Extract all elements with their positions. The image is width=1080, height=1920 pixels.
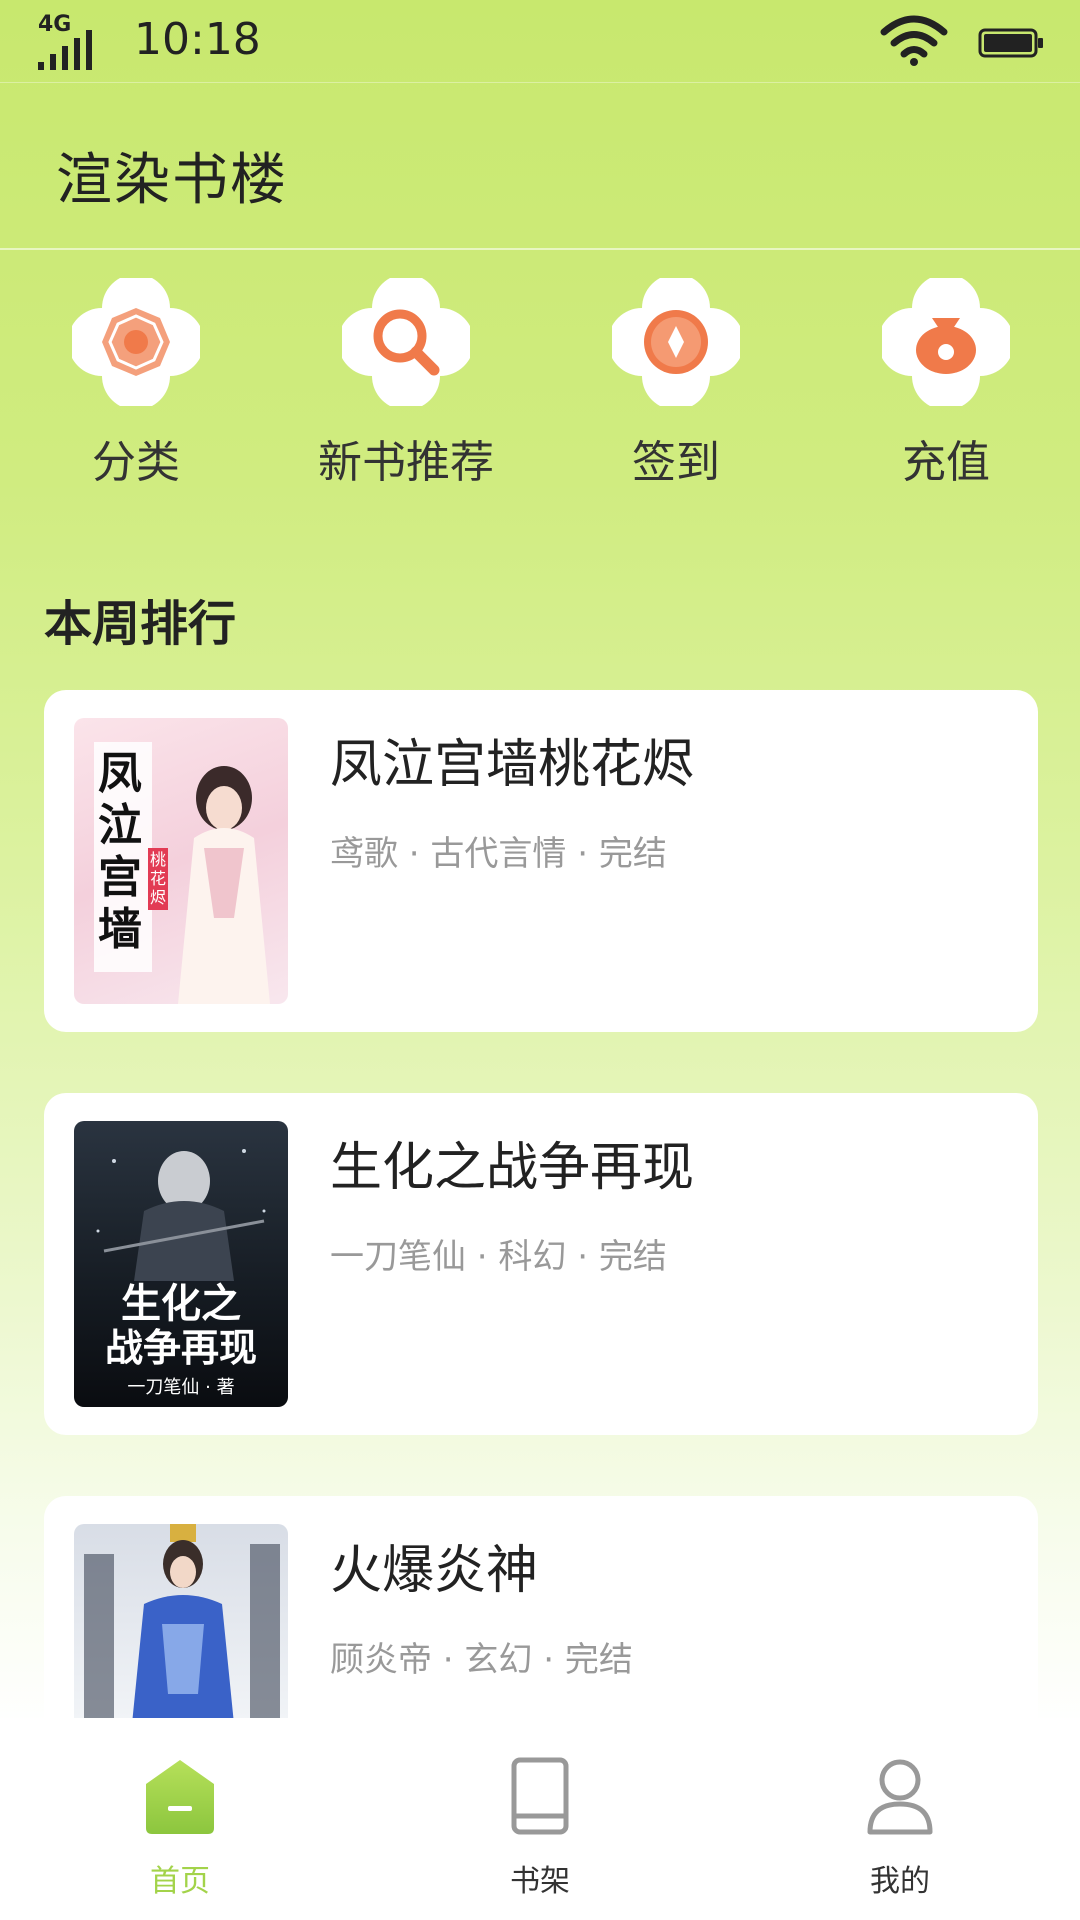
book-cover: 凤泣宫墙 桃花烬 bbox=[74, 718, 288, 1004]
tab-home-label: 首页 bbox=[150, 1864, 210, 1899]
search-icon bbox=[342, 278, 470, 406]
cover-tag: 桃花烬 bbox=[149, 850, 166, 907]
bottom-tab-bar: 首页 书架 我的 bbox=[0, 1718, 1080, 1920]
weekly-ranking-title: 本周排行 bbox=[44, 596, 237, 652]
cover-title: 凤泣宫墙 bbox=[98, 748, 142, 955]
category-button[interactable]: 分类 bbox=[46, 278, 226, 488]
coin-icon bbox=[612, 278, 740, 406]
book-card[interactable]: 凤泣宫墙 桃花烬 凤泣宫墙桃花烬 鸢歌 · 古代言情 · 完结 bbox=[44, 690, 1038, 1032]
book-title: 凤泣宫墙桃花烬 bbox=[330, 735, 695, 795]
book-title: 生化之战争再现 bbox=[330, 1138, 695, 1198]
new-books-button[interactable]: 新书推荐 bbox=[316, 278, 496, 488]
category-label: 分类 bbox=[92, 437, 180, 488]
tab-bookshelf[interactable]: 书架 bbox=[440, 1756, 640, 1906]
money-bag-icon bbox=[882, 278, 1010, 406]
battery-icon bbox=[978, 28, 1043, 58]
book-meta: 一刀笔仙 · 科幻 · 完结 bbox=[330, 1237, 667, 1277]
cover-title-line2: 战争再现 bbox=[104, 1326, 257, 1370]
recharge-button[interactable]: 充值 bbox=[856, 278, 1036, 488]
home-icon bbox=[146, 1760, 214, 1834]
app-bar: 渲染书楼 bbox=[0, 83, 1080, 250]
book-card[interactable]: 生化之 战争再现 一刀笔仙 · 著 生化之战争再现 一刀笔仙 · 科幻 · 完结 bbox=[44, 1093, 1038, 1435]
tab-bookshelf-label: 书架 bbox=[510, 1864, 570, 1899]
recharge-label: 充值 bbox=[902, 437, 990, 488]
bookshelf-icon bbox=[511, 1757, 569, 1835]
tab-home[interactable]: 首页 bbox=[80, 1756, 280, 1906]
tab-profile-label: 我的 bbox=[870, 1864, 930, 1899]
book-meta: 顾炎帝 · 玄幻 · 完结 bbox=[330, 1640, 633, 1680]
signal-icon bbox=[38, 30, 92, 70]
sign-in-button[interactable]: 签到 bbox=[586, 278, 766, 488]
sign-in-label: 签到 bbox=[632, 437, 720, 488]
profile-icon bbox=[867, 1759, 933, 1835]
clock: 10:18 bbox=[134, 14, 261, 65]
new-books-label: 新书推荐 bbox=[318, 437, 494, 488]
bagua-icon bbox=[72, 278, 200, 406]
status-bar: 4G 10:18 bbox=[0, 0, 1080, 83]
cover-author: 一刀笔仙 · 著 bbox=[127, 1377, 235, 1398]
book-meta: 鸢歌 · 古代言情 · 完结 bbox=[330, 834, 667, 874]
app-title: 渲染书楼 bbox=[56, 148, 288, 213]
book-cover: 生化之 战争再现 一刀笔仙 · 著 bbox=[74, 1121, 288, 1407]
tab-profile[interactable]: 我的 bbox=[800, 1756, 1000, 1906]
wifi-icon bbox=[880, 15, 948, 66]
book-title: 火爆炎神 bbox=[330, 1541, 539, 1601]
